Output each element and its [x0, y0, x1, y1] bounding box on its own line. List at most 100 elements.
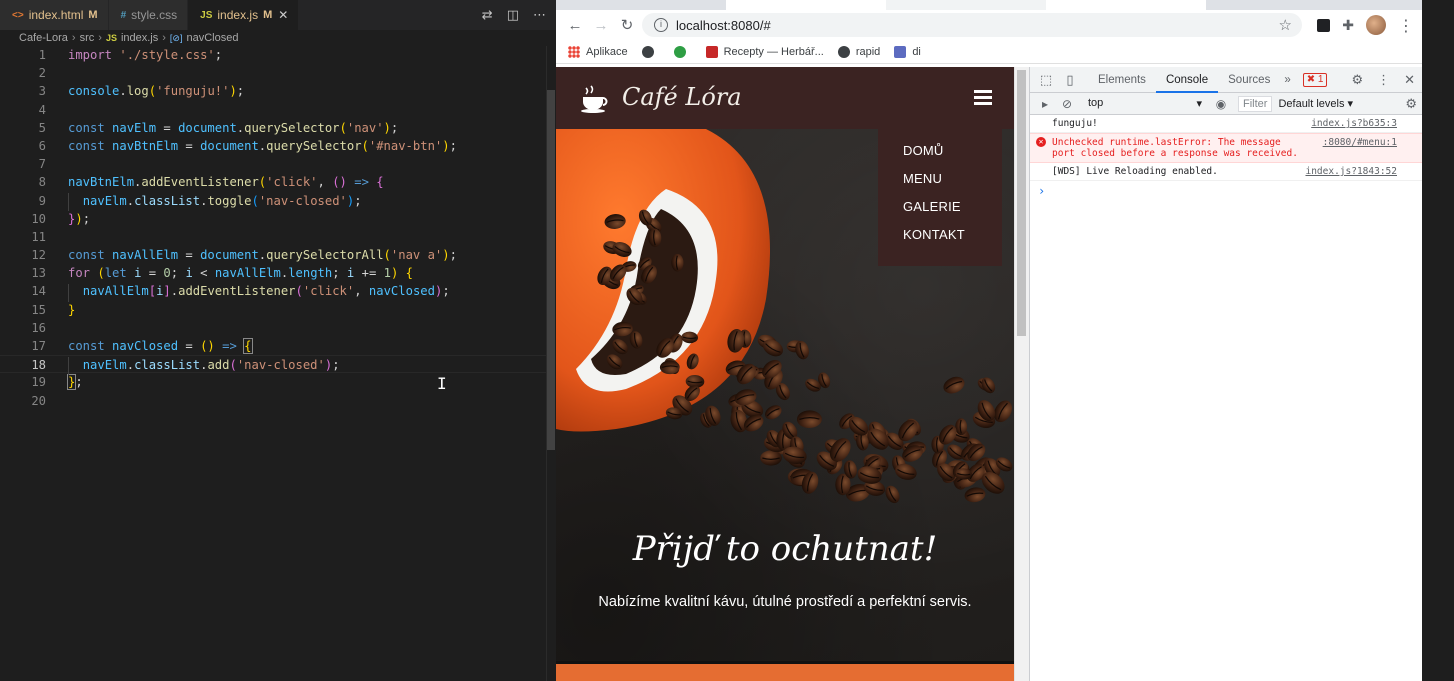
extension-icon[interactable]: [1317, 18, 1331, 32]
nav-link-kontakt[interactable]: KONTAKT: [878, 225, 1002, 253]
log-levels-select[interactable]: Default levels ▾: [1278, 97, 1353, 110]
line-number: 6: [38, 138, 46, 153]
line-number: 17: [31, 339, 46, 353]
sidebar-toggle-icon[interactable]: ▸: [1038, 97, 1052, 111]
code-token: 'funguju!': [156, 84, 230, 99]
code-token: navAllElm: [214, 266, 281, 281]
tab-sources[interactable]: Sources: [1218, 67, 1280, 93]
coffee-bean: [765, 405, 782, 420]
close-tab-icon[interactable]: ✕: [278, 8, 288, 22]
eye-icon[interactable]: ◉: [1214, 97, 1228, 111]
hero-title: Přijď to ochutnat!: [632, 529, 938, 569]
line-number: 20: [31, 393, 46, 408]
devtools-menu-icon[interactable]: ⋮: [1377, 72, 1390, 88]
browser-tab-active[interactable]: [886, 0, 1046, 10]
site-logo-text[interactable]: Café Lóra: [622, 83, 742, 111]
device-toolbar-icon[interactable]: ▯: [1062, 72, 1078, 88]
compare-changes-icon[interactable]: ⇄: [482, 7, 493, 23]
settings-gear-icon[interactable]: ⚙: [1351, 72, 1363, 88]
more-actions-icon[interactable]: ⋯: [533, 7, 546, 23]
console-prompt[interactable]: ›: [1030, 181, 1422, 201]
puzzle-icon[interactable]: ✚: [1342, 17, 1354, 34]
code-token: 'click': [302, 284, 355, 299]
browser-tab[interactable]: [1046, 0, 1206, 10]
context-select[interactable]: top ▾: [1084, 97, 1206, 110]
code-line: 7: [0, 155, 546, 173]
js-file-icon: JS: [200, 9, 213, 21]
code-token: for: [68, 266, 91, 281]
code-token: navAllElm: [112, 248, 179, 263]
forward-arrow-icon[interactable]: →: [588, 17, 614, 34]
kebab-menu-icon[interactable]: ⋮: [1398, 16, 1414, 36]
di-icon: [894, 45, 907, 58]
message-source-link[interactable]: :8080/#menu:1: [1323, 137, 1397, 148]
code-token: querySelector: [244, 120, 340, 135]
bookmark-label: rapid: [855, 45, 881, 58]
bookmark-label: Recepty — Herbář...: [723, 45, 824, 58]
message-source-link[interactable]: index.js?1843:52: [1305, 166, 1397, 177]
site-header: Café Lóra: [556, 67, 1014, 129]
info-icon[interactable]: i: [654, 18, 668, 32]
code-token: const: [68, 138, 105, 153]
css-file-icon: #: [120, 9, 127, 21]
console-output: funguju! index.js?b635:3 ✕ Unchecked run…: [1030, 115, 1422, 201]
line-number: 16: [31, 320, 46, 335]
error-count-badge[interactable]: ✖ 1: [1302, 72, 1328, 87]
bookmark-rapid[interactable]: rapid: [837, 45, 881, 58]
hero-subtitle: Nabízíme kvalitní kávu, útulné prostředí…: [598, 594, 972, 610]
breadcrumb-file[interactable]: index.js: [121, 32, 158, 44]
page-scrollbar-thumb[interactable]: [1017, 70, 1026, 336]
section-strip: [556, 661, 1014, 681]
tab-index-js[interactable]: JS index.js M ✕: [188, 0, 300, 30]
reload-icon[interactable]: ↻: [614, 16, 640, 34]
browser-tab[interactable]: [726, 0, 886, 10]
bookmark-apps[interactable]: Aplikace: [568, 45, 628, 58]
console-filter-input[interactable]: Filter: [1238, 95, 1273, 112]
tab-console[interactable]: Console: [1155, 67, 1219, 93]
message-source-link[interactable]: index.js?b635:3: [1311, 118, 1397, 129]
hamburger-menu-icon[interactable]: [974, 90, 992, 108]
bookmark-di[interactable]: di: [894, 45, 921, 58]
code-token: 'nav-closed': [236, 358, 325, 373]
tab-index-html[interactable]: <> index.html M: [0, 0, 109, 30]
breadcrumb: Cafe-Lora › src › JS index.js › [⊘] navClos…: [0, 30, 556, 46]
modified-indicator: M: [263, 9, 273, 21]
bookmark-star-icon[interactable]: ☆: [1279, 16, 1292, 34]
coffee-bean: [760, 450, 782, 466]
code-token: toggle: [207, 193, 252, 208]
tab-elements[interactable]: Elements: [1088, 67, 1156, 93]
split-editor-icon[interactable]: ◫: [507, 7, 519, 23]
nav-link-menu[interactable]: MENU: [878, 169, 1002, 197]
clear-console-icon[interactable]: ⊘: [1060, 97, 1074, 111]
bookmark-item[interactable]: [641, 45, 660, 58]
code-line: 12 const navAllElm = document.querySelect…: [0, 246, 546, 264]
more-tabs-icon[interactable]: »: [1280, 67, 1294, 93]
address-bar[interactable]: i localhost:8080/# ☆: [642, 13, 1302, 37]
bookmark-recepty[interactable]: Recepty — Herbář...: [705, 45, 824, 58]
close-devtools-icon[interactable]: ✕: [1404, 72, 1415, 88]
code-token: navElm: [82, 193, 127, 208]
globe-icon: [641, 45, 654, 58]
chevron-right-icon: ›: [71, 32, 76, 44]
code-token: length: [288, 266, 333, 281]
line-number: 4: [38, 102, 46, 117]
nav-link-galerie[interactable]: GALERIE: [878, 197, 1002, 225]
editor-scrollbar-thumb[interactable]: [547, 90, 555, 450]
bookmark-item[interactable]: [673, 45, 692, 58]
breadcrumb-project[interactable]: Cafe-Lora: [19, 32, 68, 44]
nav-link-domu[interactable]: DOMŮ: [878, 141, 1002, 169]
tab-style-css[interactable]: # style.css: [108, 0, 189, 30]
url-text[interactable]: localhost:8080/#: [676, 18, 771, 33]
console-settings-gear-icon[interactable]: ⚙: [1405, 96, 1417, 112]
breadcrumb-folder[interactable]: src: [80, 32, 95, 44]
code-line: 3 console.log('funguju!');: [0, 82, 546, 100]
breadcrumb-symbol[interactable]: navClosed: [186, 32, 238, 44]
code-token: classList: [134, 358, 201, 373]
avatar[interactable]: [1366, 15, 1386, 35]
inspect-element-icon[interactable]: ⬚: [1038, 72, 1054, 88]
recipe-icon: [705, 45, 718, 58]
line-number: 9: [38, 193, 46, 208]
code-editor[interactable]: 1 import './style.css'; 2 3 console.log('f…: [0, 46, 546, 410]
code-token: document: [200, 248, 259, 263]
back-arrow-icon[interactable]: ←: [562, 17, 588, 34]
